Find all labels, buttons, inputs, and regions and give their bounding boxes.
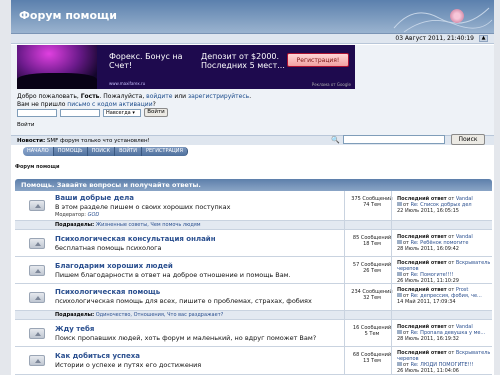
board-description: психологическая помощь для всех, пишите … — [55, 297, 312, 305]
forum-header: Форум помощи — [11, 0, 494, 34]
board-description: Поиск пропавших людей, хоть форум и мале… — [55, 334, 317, 342]
board-name[interactable]: Как добиться успеха — [55, 352, 140, 360]
subforum-links[interactable]: Одиночество, Отношения, Что вас раздража… — [96, 312, 224, 318]
board-row[interactable]: Жду тебя Поиск пропавших людей, хоть фор… — [15, 320, 492, 347]
login-link[interactable]: войдите — [146, 93, 172, 100]
board-last-post: Последний ответ от Вскрыватель черепов от… — [397, 260, 491, 284]
category-title: Помощь. Завайте вопросы и получайте отве… — [21, 181, 201, 189]
board-last-post: Последний ответ от Vandal от Re: Список д… — [397, 196, 473, 214]
board-unread-icon — [29, 328, 45, 339]
moderator-link[interactable]: GOD — [88, 212, 100, 218]
collapse-up-icon[interactable]: ▲ — [479, 35, 488, 42]
board-last-post: Последний ответ от Prost от Re: депрессия… — [397, 287, 482, 305]
login-enter-label: Войти — [17, 122, 35, 128]
ad-banner[interactable]: Форекс. Бонус на Счет! Депозит от $2000.… — [17, 45, 355, 89]
post-icon — [397, 293, 402, 297]
board-description: В этом разделе пишем о своих хороших пос… — [55, 203, 231, 211]
board-unread-icon — [29, 355, 45, 366]
board-row[interactable]: Как добиться успеха Истории о успехе и п… — [15, 347, 492, 375]
board-stats: 234 Сообщений 32 Тем — [351, 289, 393, 301]
username-input[interactable] — [17, 109, 57, 117]
header-swirl-decoration — [393, 7, 493, 33]
forum-page: Форум помощи 03 Август 2011, 21:40:19 ▲ … — [11, 0, 494, 375]
post-icon — [397, 272, 402, 276]
ad-note: Реклама от Google — [311, 82, 351, 87]
board-row[interactable]: Благодарим хороших людей Пишем благодарн… — [15, 257, 492, 284]
post-icon — [397, 240, 402, 244]
ad-register-button[interactable]: Регистрация! — [287, 53, 349, 67]
register-link[interactable]: зарегистрируйтесь — [188, 93, 249, 100]
login-submit-button[interactable]: Войти — [144, 108, 168, 117]
board-name[interactable]: Жду тебя — [55, 325, 94, 333]
current-datetime: 03 Август 2011, 21:40:19 — [395, 35, 474, 42]
category-header: Помощь. Завайте вопросы и получайте отве… — [15, 179, 492, 191]
date-bar: 03 Август 2011, 21:40:19 ▲ — [11, 34, 494, 44]
magnifier-icon: 🔍 — [331, 136, 340, 144]
board-stats: 85 Сообщений 18 Тем — [352, 235, 392, 247]
board-description: Истории о успехе и путях его достижения — [55, 361, 202, 369]
board-name[interactable]: Ваши добрые дела — [55, 194, 134, 202]
nav-home[interactable]: НАЧАЛО — [23, 147, 54, 156]
board-unread-icon — [29, 238, 45, 249]
forum-title: Форум помощи — [19, 9, 117, 22]
breadcrumb[interactable]: Форум помощи — [15, 164, 60, 170]
board-name[interactable]: Благодарим хороших людей — [55, 262, 173, 270]
board-name[interactable]: Психологическая консультация онлайн — [55, 235, 216, 243]
crowd-silhouette — [17, 73, 97, 89]
board-moderator: Модератор: GOD — [55, 212, 100, 218]
board-stats: 57 Сообщений 26 Тем — [352, 262, 392, 274]
board-name[interactable]: Психологическая помощь — [55, 288, 160, 296]
password-input[interactable] — [60, 109, 100, 117]
board-row[interactable]: Ваши добрые дела В этом разделе пишем о … — [15, 191, 492, 221]
board-stats: 16 Сообщений 5 Тем — [352, 325, 392, 337]
board-row[interactable]: Психологическая консультация онлайн бесп… — [15, 230, 492, 257]
main-nav: НАЧАЛО ПОМОЩЬ ПОИСК ВОЙТИ РЕГИСТРАЦИЯ — [23, 147, 189, 156]
login-welcome: Добро пожаловать, Гость. Пожалуйста, вой… — [17, 93, 252, 108]
subforums-row: Подразделы: Одиночество, Отношения, Что … — [15, 311, 492, 320]
ad-text-deposit[interactable]: Депозит от $2000. Последних 5 мест... — [201, 52, 301, 70]
column-divider — [344, 191, 345, 375]
post-icon — [397, 330, 402, 334]
ad-text-bonus[interactable]: Форекс. Бонус на Счет! — [109, 52, 199, 70]
board-unread-icon — [29, 200, 45, 211]
board-stats: 68 Сообщений 13 Тем — [352, 352, 392, 364]
post-icon — [397, 362, 402, 366]
flower-logo-icon — [450, 9, 464, 23]
nav-help[interactable]: ПОМОЩЬ — [53, 147, 88, 156]
column-divider — [391, 191, 392, 375]
board-last-post: Последний ответ от Vandal от Re: Ребёнок … — [397, 234, 473, 252]
subforums-row: Подразделы: Жизненные советы, Чем помочь… — [15, 221, 492, 230]
ad-site-url[interactable]: www.maxifarex.ru — [109, 81, 145, 86]
board-last-post: Последний ответ от Vandal от Re: Пропала … — [397, 324, 486, 342]
news-text: SMF форум только что установлен! — [46, 138, 150, 144]
subforum-links[interactable]: Жизненные советы, Чем помочь людям — [96, 222, 201, 228]
nav-search[interactable]: ПОИСК — [87, 147, 116, 156]
search-button[interactable]: Поиск — [451, 134, 485, 145]
board-description: бесплатная помощь психолога — [55, 244, 162, 252]
board-last-post: Последний ответ от Вскрыватель черепов от… — [397, 350, 491, 374]
user-panel: Форекс. Бонус на Счет! Депозит от $2000.… — [11, 45, 494, 145]
nav-login[interactable]: ВОЙТИ — [115, 147, 142, 156]
board-description: Пишем благодарности в ответ на доброе от… — [55, 271, 291, 279]
news-label: Новости: — [17, 138, 46, 144]
nav-register[interactable]: РЕГИСТРАЦИЯ — [141, 147, 189, 156]
board-unread-icon — [29, 292, 45, 303]
board-row[interactable]: Психологическая помощь психологическая п… — [15, 284, 492, 311]
activation-link[interactable]: письмо с кодом активации — [67, 101, 152, 108]
post-icon — [397, 202, 402, 206]
search-input[interactable] — [343, 135, 445, 144]
session-length-select[interactable]: Навсегда ▾ — [103, 109, 141, 117]
board-unread-icon — [29, 265, 45, 276]
board-stats: 375 Сообщений 74 Тем — [351, 196, 393, 208]
